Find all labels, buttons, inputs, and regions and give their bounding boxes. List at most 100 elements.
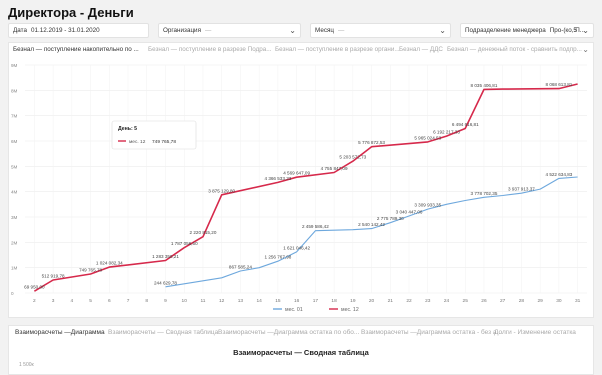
bottom-axis-label: 1 500к: [19, 362, 34, 368]
y-tick-label: 5M: [11, 164, 18, 169]
data-label: 1 256 767,98: [264, 255, 291, 260]
data-label: 3 309 933,35: [414, 203, 441, 208]
tooltip-value: 749 765,78: [152, 139, 176, 145]
y-tick-label: 1M: [11, 266, 18, 271]
x-tick-label: 29: [537, 298, 543, 304]
data-label: 8 035 406,81: [471, 83, 498, 88]
x-tick-label: 24: [444, 298, 450, 304]
y-tick-label: 7M: [11, 114, 18, 119]
line-chart: 01M2M3M4M5M6M7M8M9M2 3 4 5 6 7 8 9 10 11 12 13 14 15 1…: [11, 63, 587, 313]
y-tick-label: 0: [11, 291, 14, 296]
data-label: 3 875 129,80: [208, 188, 235, 193]
y-tick-label: 4M: [11, 190, 18, 195]
data-label: 3 937 913,37: [508, 187, 535, 192]
data-label: 4 755 847,09: [321, 166, 348, 171]
tooltip-series: мес. 12: [129, 139, 146, 145]
data-label: 2 775 789,30: [377, 216, 404, 221]
month-filter-value: —: [337, 27, 345, 34]
x-tick-label: 6: [108, 298, 111, 304]
tab-settlements-balance-without[interactable]: Взаиморасчеты —Диаграмма остатка - без а…: [361, 326, 502, 340]
data-label: 1 621 046,42: [283, 245, 310, 250]
x-tick-label: 21: [388, 298, 394, 304]
tab-settlements-balance-turnover[interactable]: Взаиморасчеты —Диаграмма остатка по обо.…: [218, 326, 359, 340]
x-tick-label: 26: [481, 298, 487, 304]
x-tick-label: 10: [182, 298, 188, 304]
department-filter-count: 5: [573, 27, 577, 34]
data-label: 2 459 586,42: [302, 224, 329, 229]
organization-filter-label: Организация: [163, 27, 201, 34]
data-label: 5 965 024,53: [414, 135, 441, 140]
x-tick-label: 8: [145, 298, 148, 304]
department-filter[interactable]: Подразделение менеджера Про-(ко, П... 5 ⌄: [460, 23, 594, 38]
x-tick-label: 3: [52, 298, 55, 304]
tab-settlements-diagram[interactable]: Взаиморасчеты —Диаграмма: [15, 326, 105, 340]
x-tick-label: 25: [463, 298, 469, 304]
data-label: 4 522 634,83: [545, 172, 572, 177]
department-filter-value: Про-(ко, П...: [549, 27, 586, 34]
x-tick-label: 30: [556, 298, 562, 304]
data-label: 2 220 815,20: [190, 230, 217, 235]
x-tick-label: 5: [89, 298, 92, 304]
organization-filter-value: —: [204, 27, 212, 34]
data-label: 3 040 447,06: [396, 209, 423, 214]
data-label: 749 765,78: [79, 268, 102, 273]
data-label: 512 919,78: [42, 274, 65, 279]
data-label: 3 778 702,35: [471, 191, 498, 196]
x-tick-label: 18: [331, 298, 337, 304]
data-label: 6 192 217,33: [433, 130, 460, 135]
data-label: 5 776 872,53: [358, 140, 385, 145]
y-tick-label: 3M: [11, 215, 18, 220]
data-label: 4 569 647,09: [283, 171, 310, 176]
data-label: 69 950,00: [24, 285, 45, 290]
x-tick-label: 28: [519, 298, 525, 304]
department-filter-label: Подразделение менеджера: [465, 27, 546, 34]
data-label: 4 366 533,33: [264, 176, 291, 181]
x-tick-label: 20: [369, 298, 375, 304]
bottom-chart-title: Взаиморасчеты — Сводная таблица: [233, 348, 369, 357]
x-tick-label: 9: [164, 298, 167, 304]
x-tick-label: 14: [256, 298, 262, 304]
date-filter[interactable]: Дата 01.12.2019 - 31.01.2020: [8, 23, 149, 38]
x-tick-label: 17: [313, 298, 319, 304]
y-tick-label: 8M: [11, 88, 18, 93]
x-tick-label: 4: [70, 298, 73, 304]
x-tick-label: 19: [350, 298, 356, 304]
y-tick-label: 6M: [11, 139, 18, 144]
x-tick-label: 2: [33, 298, 36, 304]
x-tick-label: 11: [200, 298, 205, 304]
date-filter-value: 01.12.2019 - 31.01.2020: [30, 27, 100, 34]
y-tick-label: 9M: [11, 63, 18, 68]
month-filter-label: Месяц: [315, 27, 334, 34]
month-filter[interactable]: Месяц — ⌄: [310, 23, 451, 38]
tooltip-title: День: 5: [118, 126, 137, 132]
data-label: 1 024 082,34: [96, 261, 123, 266]
date-filter-label: Дата: [13, 27, 27, 34]
data-label: 1 787 056,50: [171, 241, 198, 246]
chevron-down-icon: ⌄: [582, 26, 589, 35]
x-tick-label: 7: [127, 298, 130, 304]
x-tick-label: 13: [238, 298, 244, 304]
chart-card: Безнал — поступление накопительно по ...…: [8, 42, 594, 318]
y-tick-label: 2M: [11, 240, 18, 245]
organization-filter[interactable]: Организация — ⌄: [158, 23, 301, 38]
page-title: Директора - Деньги: [8, 5, 134, 20]
tab-settlements-pivot[interactable]: Взаиморасчеты — Сводная таблица: [108, 326, 218, 340]
bottom-tabs: Взаиморасчеты —Диаграмма Взаиморасчеты —…: [9, 326, 593, 340]
x-tick-label: 15: [275, 298, 281, 304]
x-tick-label: 22: [406, 298, 412, 304]
data-label: 1 283 358,21: [152, 254, 179, 259]
x-tick-label: 23: [425, 298, 431, 304]
x-tick-label: 31: [575, 298, 581, 304]
legend-label: мес. 12: [341, 307, 359, 313]
x-tick-label: 16: [294, 298, 300, 304]
chevron-down-icon: ⌄: [439, 26, 446, 35]
tab-debts-balance-change[interactable]: Долги - Изменение остатка: [494, 326, 576, 340]
data-label: 6 494 616,81: [452, 122, 479, 127]
data-label: 5 203 572,73: [339, 155, 366, 160]
data-label: 867 585,24: [229, 265, 252, 270]
x-tick-label: 12: [219, 298, 225, 304]
data-label: 8 068 613,81: [545, 82, 572, 87]
bottom-card: Взаиморасчеты —Диаграмма Взаиморасчеты —…: [8, 325, 594, 375]
legend-label: мес. 01: [285, 307, 303, 313]
chevron-down-icon: ⌄: [289, 26, 296, 35]
